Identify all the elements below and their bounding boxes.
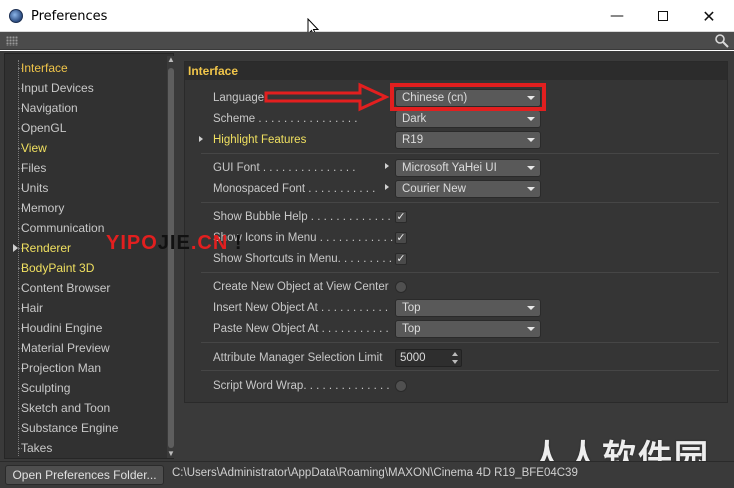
scheme-label: Scheme . . . . . . . . . . . . . . . . [213,113,358,125]
minimize-icon: — [610,8,624,24]
sidebar-item-houdini-engine[interactable]: Houdini Engine [17,318,102,338]
open-preferences-folder-button[interactable]: Open Preferences Folder... [5,465,164,485]
toolbar [0,32,734,50]
sidebar-item-sketch-and-toon[interactable]: Sketch and Toon [17,398,110,418]
bubble-help-checkbox[interactable]: ✓ [395,211,407,223]
sidebar-item-communication[interactable]: Communication [17,218,104,238]
highlight-features-label: Highlight Features [213,134,307,146]
sidebar-item-files[interactable]: Files [17,158,46,178]
sidebar-item-content-browser[interactable]: Content Browser [17,278,110,298]
paste-object-value: Top [402,323,421,335]
annotation-arrow-icon [264,82,390,112]
chevron-down-icon [527,306,535,310]
chevron-down-icon [527,117,535,121]
tree-line [18,60,19,456]
insert-object-value: Top [402,302,421,314]
window-title: Preferences [31,9,108,24]
chevron-down-icon [527,138,535,142]
sidebar-item-renderer[interactable]: Renderer [17,238,71,258]
gui-font-label: GUI Font . . . . . . . . . . . . . . . [213,162,356,174]
divider [201,342,719,343]
footer-bar: Open Preferences Folder... C:\Users\Admi… [0,461,734,488]
paste-object-label: Paste New Object At . . . . . . . . . . … [213,323,389,335]
monospaced-font-label: Monospaced Font . . . . . . . . . . . [213,183,376,195]
font-arrow-icon[interactable] [385,184,389,190]
sidebar-item-opengl[interactable]: OpenGL [17,118,66,138]
sidebar-item-material-preview[interactable]: Material Preview [18,338,110,358]
sidebar-item-units[interactable]: Units [17,178,48,198]
sidebar-item-bodypaint-3d[interactable]: BodyPaint 3D [17,258,94,278]
sidebar-item-memory[interactable]: Memory [17,198,64,218]
chevron-down-icon [527,166,535,170]
sidebar-tree: Interface Input Devices Navigation OpenGL Vi… [4,53,175,459]
bubble-help-label: Show Bubble Help . . . . . . . . . . . .… [213,211,391,223]
divider [201,370,719,371]
panel-header: Interface [185,62,727,80]
monospaced-font-value: Courier New [402,183,466,195]
preferences-main: Interface Input Devices Navigation OpenGL Vi… [0,51,734,461]
minimize-button[interactable]: — [594,0,640,32]
sidebar-item-takes[interactable]: Takes [17,438,52,458]
monospaced-font-dropdown[interactable]: Courier New [395,180,541,198]
divider [201,272,719,273]
attr-limit-input[interactable]: 5000 [395,349,462,367]
divider [201,202,719,203]
gui-font-value: Microsoft YaHei UI [402,162,497,174]
scroll-thumb[interactable] [168,68,174,448]
window-titlebar: Preferences — ✕ [0,0,734,37]
sidebar-item-input-devices[interactable]: Input Devices [18,78,94,98]
attr-limit-value: 5000 [400,352,426,364]
insert-object-label: Insert New Object At . . . . . . . . . .… [213,302,389,314]
highlight-features-dropdown[interactable]: R19 [395,131,541,149]
scheme-value: Dark [402,113,427,125]
create-at-center-label: Create New Object at View Center [213,281,389,293]
insert-object-dropdown[interactable]: Top [395,299,541,317]
script-word-wrap-checkbox[interactable] [395,380,407,392]
sidebar-item-navigation[interactable]: Navigation [18,98,78,118]
sidebar-scrollbar[interactable]: ▲ ▼ [167,56,175,458]
stepper-icon[interactable] [452,352,458,364]
create-at-center-checkbox[interactable] [395,281,407,293]
chevron-down-icon [527,187,535,191]
paste-object-dropdown[interactable]: Top [395,320,541,338]
maximize-icon [658,11,668,21]
scroll-up-icon[interactable]: ▲ [167,56,175,64]
maximize-button[interactable] [640,0,686,32]
search-icon[interactable] [714,33,730,49]
scheme-dropdown[interactable]: Dark [395,110,541,128]
annotation-highlight-box [390,83,546,111]
grip-icon[interactable] [6,36,18,46]
expand-arrow-icon[interactable] [13,244,18,252]
cinema4d-app-icon [9,9,23,23]
scroll-down-icon[interactable]: ▼ [167,450,175,458]
divider [201,153,719,154]
preferences-path: C:\Users\Administrator\AppData\Roaming\M… [172,467,578,479]
close-icon: ✕ [702,6,716,26]
icons-in-menu-checkbox[interactable]: ✓ [395,232,407,244]
sidebar-item-substance-engine[interactable]: Substance Engine [17,418,118,438]
font-arrow-icon[interactable] [385,163,389,169]
sidebar-item-sculpting[interactable]: Sculpting [17,378,70,398]
sidebar-item-hair[interactable]: Hair [17,298,43,318]
sidebar-item-projection-man[interactable]: Projection Man [17,358,101,378]
interface-panel: Interface Language . . . . . . . . . . .… [184,61,728,403]
sidebar-item-interface[interactable]: Interface [18,58,68,78]
close-button[interactable]: ✕ [686,0,732,32]
highlight-features-value: R19 [402,134,424,146]
watermark-yipojie: YIPOJIE.CN ! [106,232,243,254]
expand-arrow-icon[interactable] [199,136,203,142]
gui-font-dropdown[interactable]: Microsoft YaHei UI [395,159,541,177]
attr-limit-label: Attribute Manager Selection Limit [213,352,383,364]
script-word-wrap-label: Script Word Wrap. . . . . . . . . . . . … [213,380,390,392]
chevron-down-icon [527,327,535,331]
sidebar-item-view[interactable]: View [18,138,47,158]
shortcuts-in-menu-checkbox[interactable]: ✓ [395,253,407,265]
